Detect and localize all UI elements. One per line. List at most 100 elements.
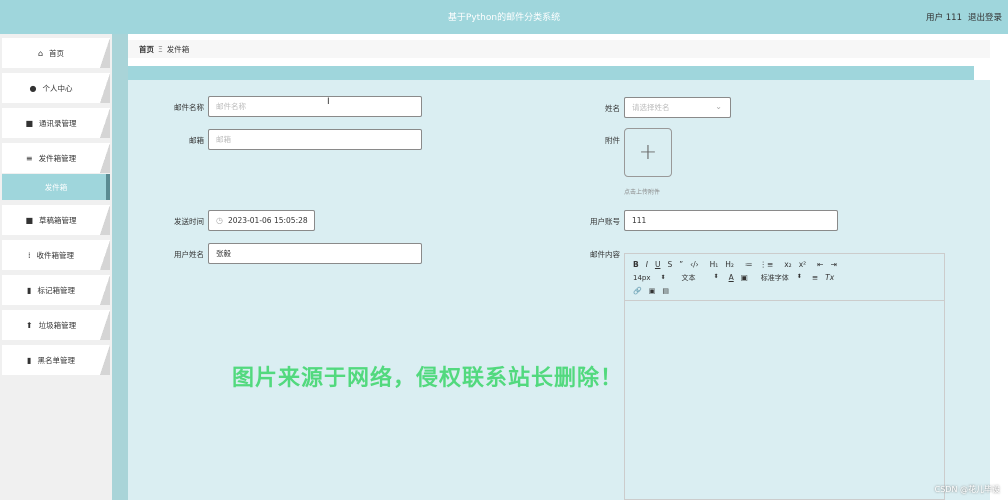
breadcrumb-current: 发件箱 <box>166 44 190 54</box>
sidebar-item-8[interactable]: ▮ 黑名单管理 <box>2 345 110 375</box>
toolbar-button-0[interactable]: B <box>633 259 639 271</box>
chevron-down-icon: ⌄ <box>715 102 722 111</box>
send-time-value: 2023-01-06 15:05:28 <box>227 216 308 225</box>
toolbar-button-5[interactable]: ‹/› <box>690 259 699 271</box>
app-title: 基于Python的邮件分类系统 <box>447 13 561 23</box>
apps-icon: ⁞ <box>27 250 31 260</box>
sidebar-item-content: ⌂ 首页 <box>2 38 100 68</box>
sidebar-item-6[interactable]: ▮ 标记箱管理 <box>2 275 110 305</box>
user-area: 用户 111 退出登录 <box>926 11 1008 23</box>
breadcrumb-area: 首页 Ξ 发件箱 <box>128 34 1008 64</box>
name-label: 姓名 <box>605 104 620 113</box>
link-icon[interactable]: 🔗 <box>633 285 642 297</box>
send-time-label: 发送时间 <box>174 217 204 226</box>
text-style-select[interactable]: 文本 ⬍ <box>682 273 719 283</box>
sidebar-item-label: 收件箱管理 <box>36 250 75 260</box>
rich-text-editor[interactable]: B I U S ” ‹/› H₁ H₂ ≔ ⋮≡ x₂ x² ⇤ ⇥ 14px ⬍ 文本 ⬍ A ▣ 标准字体… <box>624 253 945 500</box>
sidebar-item-3[interactable]: ≡ 发件箱管理 <box>2 143 110 173</box>
content-top-band <box>128 66 974 80</box>
sidebar-item-label: 垃圾箱管理 <box>38 320 77 330</box>
user-account-value: 111 <box>632 216 647 225</box>
toolbar-button-1[interactable]: I <box>646 259 648 271</box>
sidebar-item-label: 黑名单管理 <box>37 355 75 365</box>
upload-tip: 点击上传附件 <box>624 189 661 196</box>
tab-edge <box>100 205 110 235</box>
sidebar-item-content: ■ 通讯录管理 <box>2 108 100 138</box>
active-indicator <box>106 174 110 200</box>
mail-name-label: 邮件名称 <box>174 103 204 112</box>
toolbar-row-3: 🔗 ▣ ▤ <box>633 285 676 297</box>
scroll-gutter <box>990 78 1008 500</box>
csdn-watermark: CSDN @花儿毕设 <box>934 485 1000 494</box>
logout-link[interactable]: 退出登录 <box>968 13 1002 23</box>
watermark-text: 图片来源于网络，侵权联系站长删除！ <box>232 366 624 391</box>
tab-edge <box>100 38 110 68</box>
breadcrumb-separator: Ξ <box>158 44 163 54</box>
upload-button[interactable]: + <box>624 128 672 177</box>
sidebar-item-content: ▮ 黑名单管理 <box>2 345 100 375</box>
tab-edge <box>100 310 110 340</box>
tab-edge <box>100 108 110 138</box>
toolbar-button-10[interactable]: x₂ <box>784 259 791 271</box>
font-family-select[interactable]: 标准字体 ⬍ <box>761 273 802 283</box>
sidebar-subitem-outbox[interactable]: 发件箱 <box>2 174 110 200</box>
bar-chart-icon: ▮ <box>27 285 32 295</box>
sidebar-item-content: ⁞ 收件箱管理 <box>2 240 100 270</box>
align-icon[interactable]: ≡ <box>812 272 818 284</box>
sidebar-item-label: 发件箱管理 <box>38 153 77 163</box>
select-arrow-icon: ⬍ <box>713 273 719 280</box>
background-color-icon[interactable]: ▣ <box>741 272 748 284</box>
plus-icon: + <box>638 140 658 165</box>
toolbar-button-9[interactable]: ⋮≡ <box>759 259 773 271</box>
tab-edge <box>100 275 110 305</box>
toolbar-button-2[interactable]: U <box>655 259 661 271</box>
user-name-label: 用户姓名 <box>174 250 204 259</box>
sidebar-divider <box>112 34 128 500</box>
sidebar-item-5[interactable]: ⁞ 收件箱管理 <box>2 240 110 270</box>
select-arrow-icon: ⬍ <box>796 273 802 280</box>
sidebar-item-4[interactable]: ■ 草稿箱管理 <box>2 205 110 235</box>
home-icon: ⌂ <box>37 48 44 58</box>
sidebar-item-content: ⬆ 垃圾箱管理 <box>2 310 100 340</box>
name-select[interactable]: 请选择姓名 ⌄ <box>624 97 731 118</box>
font-family-value: 标准字体 <box>760 274 789 282</box>
toolbar-button-8[interactable]: ≔ <box>745 259 753 271</box>
sidebar-item-2[interactable]: ■ 通讯录管理 <box>2 108 110 138</box>
font-size-select[interactable]: 14px ⬍ <box>633 274 666 282</box>
tab-edge <box>100 240 110 270</box>
sidebar-item-0[interactable]: ⌂ 首页 <box>2 38 110 68</box>
image-icon[interactable]: ▣ <box>649 285 656 297</box>
toolbar-button-12[interactable]: ⇤ <box>817 259 823 271</box>
email-input[interactable]: 邮箱 <box>208 129 422 150</box>
toolbar-button-3[interactable]: S <box>667 259 672 271</box>
grid-icon: ■ <box>25 215 34 225</box>
tab-edge <box>100 73 110 103</box>
toolbar-button-13[interactable]: ⇥ <box>830 259 836 271</box>
breadcrumb: 首页 Ξ 发件箱 <box>128 40 990 58</box>
sidebar-item-label: 通讯录管理 <box>39 118 77 128</box>
sidebar-item-1[interactable]: ● 个人中心 <box>2 73 110 103</box>
tab-edge <box>100 345 110 375</box>
sidebar-item-label: 草稿箱管理 <box>39 215 77 225</box>
video-icon[interactable]: ▤ <box>662 285 669 297</box>
clear-format-icon[interactable]: Tx <box>825 272 834 284</box>
text-style-value: 文本 <box>681 274 696 282</box>
send-time-picker[interactable]: ◷ 2023-01-06 15:05:28 <box>208 210 315 231</box>
toolbar-button-6[interactable]: H₁ <box>710 259 719 271</box>
user-name-input[interactable]: 张毅 <box>208 243 422 264</box>
toolbar-button-11[interactable]: x² <box>799 259 806 271</box>
mail-name-input[interactable]: 邮件名称 <box>208 96 422 117</box>
toolbar-button-4[interactable]: ” <box>679 259 683 271</box>
sidebar-subitem-label: 发件箱 <box>44 182 68 192</box>
editor-toolbar: B I U S ” ‹/› H₁ H₂ ≔ ⋮≡ x₂ x² ⇤ ⇥ 14px ⬍ 文本 ⬍ A ▣ 标准字体… <box>625 254 944 301</box>
tab-edge <box>100 143 110 173</box>
sidebar-item-7[interactable]: ⬆ 垃圾箱管理 <box>2 310 110 340</box>
toolbar-button-7[interactable]: H₂ <box>725 259 734 271</box>
top-header: 基于Python的邮件分类系统 用户 111 退出登录 <box>0 0 1008 34</box>
list-icon: ≡ <box>25 153 33 163</box>
breadcrumb-home[interactable]: 首页 <box>139 44 154 55</box>
user-account-label: 用户账号 <box>590 217 620 226</box>
font-color-icon[interactable]: A <box>729 272 734 284</box>
stats-icon: ▮ <box>27 355 32 365</box>
user-account-input[interactable]: 111 <box>624 210 838 231</box>
